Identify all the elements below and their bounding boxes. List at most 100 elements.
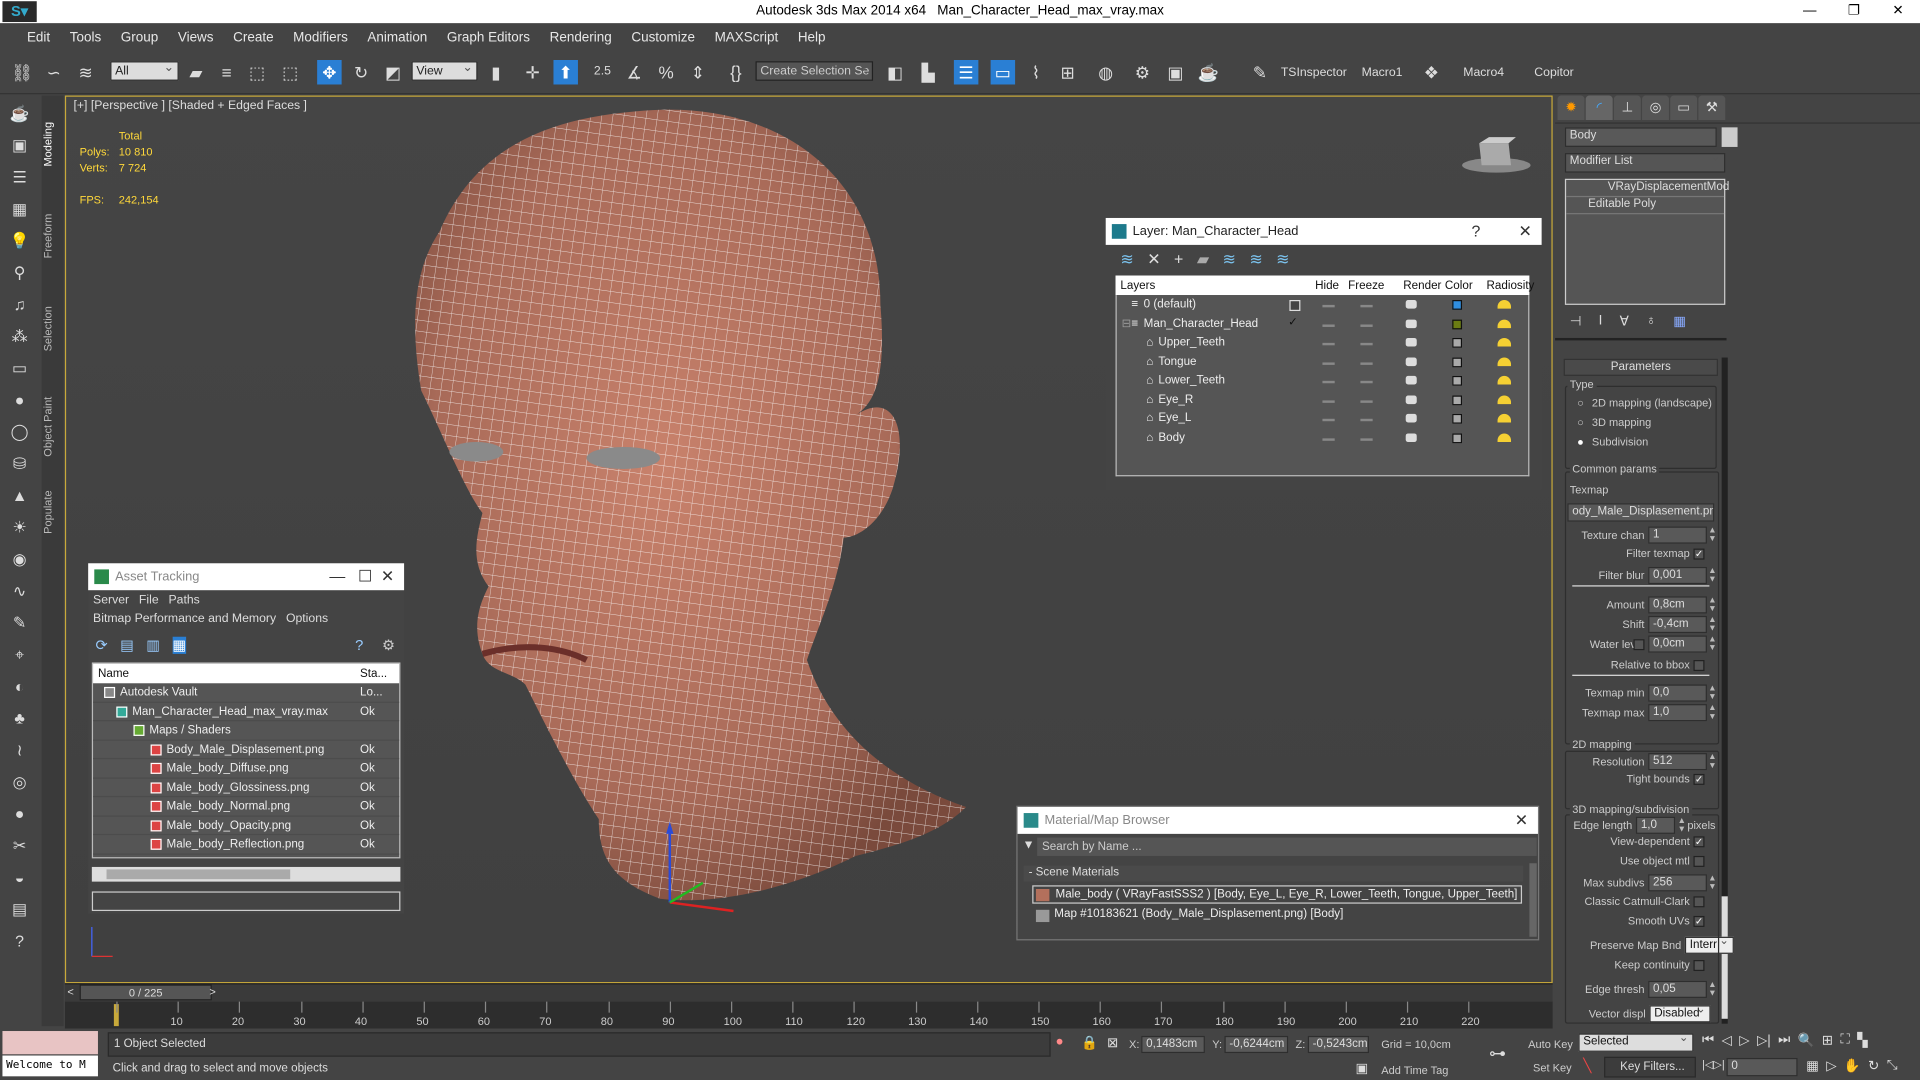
refresh-icon[interactable]: ⟳ <box>96 637 108 654</box>
tab-freeform[interactable]: Freeform <box>42 200 64 273</box>
sphere-icon[interactable]: ● <box>6 387 33 414</box>
macro4-icon[interactable]: ❖ <box>1419 60 1443 84</box>
radio-subdivision[interactable]: ● <box>1577 436 1584 448</box>
tab-modeling[interactable]: Modeling <box>42 108 64 181</box>
layer-color-swatch[interactable] <box>1452 337 1463 348</box>
selection-lock-icon[interactable]: 🔒 <box>1081 1035 1098 1051</box>
utilities-tab-icon[interactable]: ⚒ <box>1698 95 1726 121</box>
parameters-rollout[interactable]: Parameters <box>1563 358 1718 376</box>
close-button[interactable]: ✕ <box>1876 0 1920 23</box>
maxscript-listener-pink[interactable] <box>2 1031 98 1055</box>
grid-icon[interactable]: ▦ <box>6 196 33 223</box>
asset-row[interactable]: Male_body_Normal.png Ok <box>93 797 400 817</box>
isolate-selection-icon[interactable]: ● <box>1056 1035 1064 1050</box>
tsinspector-icon[interactable]: ✎ <box>1248 60 1272 84</box>
radio-3d[interactable]: ○ <box>1577 416 1584 428</box>
water-level-checkbox[interactable] <box>1633 639 1645 651</box>
options-menu-icon[interactable]: ▼ <box>1022 839 1034 852</box>
default-tangent-icon[interactable]: ╲ <box>1583 1058 1591 1074</box>
asset-row[interactable]: Man_Character_Head_max_vray.max Ok <box>93 702 400 722</box>
texture-chan-field[interactable]: 1 <box>1648 526 1707 544</box>
hide-toggle[interactable] <box>1322 437 1335 441</box>
goto-end-icon[interactable]: ⏭ <box>1778 1032 1790 1048</box>
key-mode-toggle-icon[interactable]: |◁▷| <box>1702 1058 1725 1071</box>
menu-group[interactable]: Group <box>111 30 168 45</box>
add-to-layer-icon[interactable]: + <box>1174 250 1183 270</box>
select-move-icon[interactable]: ✥ <box>317 60 342 85</box>
menu-animation[interactable]: Animation <box>358 30 437 45</box>
absolute-mode-icon[interactable]: ⊠ <box>1107 1035 1118 1051</box>
helper-icon[interactable]: ⚲ <box>6 260 33 287</box>
zoom-extents-icon[interactable]: ⛶ <box>1840 1032 1849 1048</box>
render-teapot-icon[interactable] <box>1405 318 1417 328</box>
delete-layer-icon[interactable]: ✕ <box>1147 250 1160 270</box>
texmap-max-spinner[interactable]: ▲ ▼ <box>1708 704 1717 721</box>
modifier-list-dropdown[interactable]: Modifier List <box>1564 151 1726 173</box>
radiosity-icon[interactable] <box>1497 375 1512 385</box>
freeze-toggle[interactable] <box>1360 342 1373 346</box>
render-setup-icon[interactable]: ⚙ <box>1130 60 1154 84</box>
ref-coord-dropdown[interactable]: View <box>411 59 478 81</box>
list-icon[interactable]: ☰ <box>6 164 33 191</box>
link-icon[interactable]: ⛓ <box>10 60 34 84</box>
asset-row[interactable]: Male_body_Reflection.png Ok <box>93 835 400 855</box>
layer-manager-icon[interactable]: ☰ <box>953 60 979 85</box>
hide-toggle[interactable] <box>1322 323 1335 327</box>
close-icon[interactable]: ✕ <box>1515 807 1528 834</box>
water-level-spinner[interactable]: ▲ ▼ <box>1708 636 1717 653</box>
layer-name[interactable]: Upper_Teeth <box>1158 336 1225 349</box>
horizontal-scrollbar[interactable] <box>91 866 401 882</box>
named-selection-dropdown[interactable]: Create Selection Se <box>755 59 874 81</box>
filter-blur-spinner[interactable]: ▲ ▼ <box>1708 567 1717 584</box>
render-teapot-icon[interactable] <box>1405 300 1417 309</box>
highlight-layer-icon[interactable]: ≋ <box>1249 250 1262 270</box>
object-color-swatch[interactable] <box>1721 127 1738 147</box>
col-color[interactable]: Color <box>1445 279 1473 292</box>
radiosity-icon[interactable] <box>1497 318 1512 328</box>
menu-graph-editors[interactable]: Graph Editors <box>437 30 540 45</box>
x-coord-field[interactable]: 0,1483cm <box>1141 1035 1205 1054</box>
col-freeze[interactable]: Freeze <box>1348 279 1384 292</box>
radio-2d[interactable]: ○ <box>1577 397 1584 409</box>
key-mode-dropdown[interactable]: Selected <box>1578 1031 1694 1052</box>
asset-path-field[interactable] <box>91 891 401 912</box>
list-view-icon[interactable]: ▤ <box>120 637 134 654</box>
layer-color-swatch[interactable] <box>1452 300 1463 310</box>
scene-materials-group[interactable]: - Scene Materials <box>1023 865 1524 882</box>
motion-tab-icon[interactable]: ◎ <box>1642 95 1669 121</box>
plane-icon[interactable]: ▭ <box>6 355 33 382</box>
selection-filter-dropdown[interactable]: All <box>110 59 179 81</box>
keyboard-shortcut-toggle-icon[interactable]: ⬆ <box>553 60 578 85</box>
mirror-icon[interactable]: ◧ <box>883 60 907 84</box>
close-icon[interactable]: ✕ <box>381 563 394 590</box>
angle-snap-icon[interactable]: ∡ <box>622 60 646 84</box>
hierarchy-tab-icon[interactable]: ⊥ <box>1613 95 1641 121</box>
ball-icon[interactable]: ● <box>6 801 33 828</box>
torus-icon[interactable]: ◯ <box>6 419 33 446</box>
y-coord-field[interactable]: -0,6244cm <box>1224 1035 1289 1054</box>
tab-selection[interactable]: Selection <box>42 291 64 364</box>
sound-icon[interactable]: ♫ <box>6 291 33 318</box>
texture-chan-spinner[interactable]: ▲ ▼ <box>1708 527 1717 544</box>
asset-titlebar[interactable]: Asset Tracking — ☐ ✕ <box>88 563 405 591</box>
render-production-icon[interactable]: ☕ <box>1196 60 1220 84</box>
menu-paths[interactable]: Paths <box>168 594 199 607</box>
tree-view-icon[interactable]: ▥ <box>146 637 160 654</box>
amount-spinner[interactable]: ▲ ▼ <box>1708 596 1717 613</box>
snap-toggle-icon[interactable]: 2.5 <box>590 60 614 84</box>
zoom-all-icon[interactable]: ⊞ <box>1822 1032 1833 1048</box>
filter-texmap-checkbox[interactable]: ✓ <box>1693 548 1705 560</box>
menu-server[interactable]: Server <box>93 594 129 607</box>
pan-icon[interactable]: ✋ <box>1844 1058 1861 1074</box>
menu-create[interactable]: Create <box>223 30 283 45</box>
texmap-min-field[interactable]: 0,0 <box>1648 684 1707 702</box>
freeze-toggle[interactable] <box>1360 418 1373 422</box>
curve-editor-icon[interactable]: ⌇ <box>1024 60 1048 84</box>
amount-field[interactable]: 0,8cm <box>1648 596 1707 614</box>
time-tag-icon[interactable]: ▣ <box>1356 1060 1369 1077</box>
map-item-displacement[interactable]: Map #10183621 (Body_Male_Displasement.pn… <box>1032 906 1522 924</box>
script-icon[interactable]: ✂ <box>6 833 33 860</box>
hair-icon[interactable]: ≀ <box>6 737 33 764</box>
timeline-track[interactable]: 10 20 30 40 50 60 70 80 90 100 110 120 130 140 150 160 1… <box>64 1001 1553 1029</box>
transform-gizmo-icon[interactable] <box>666 819 739 917</box>
